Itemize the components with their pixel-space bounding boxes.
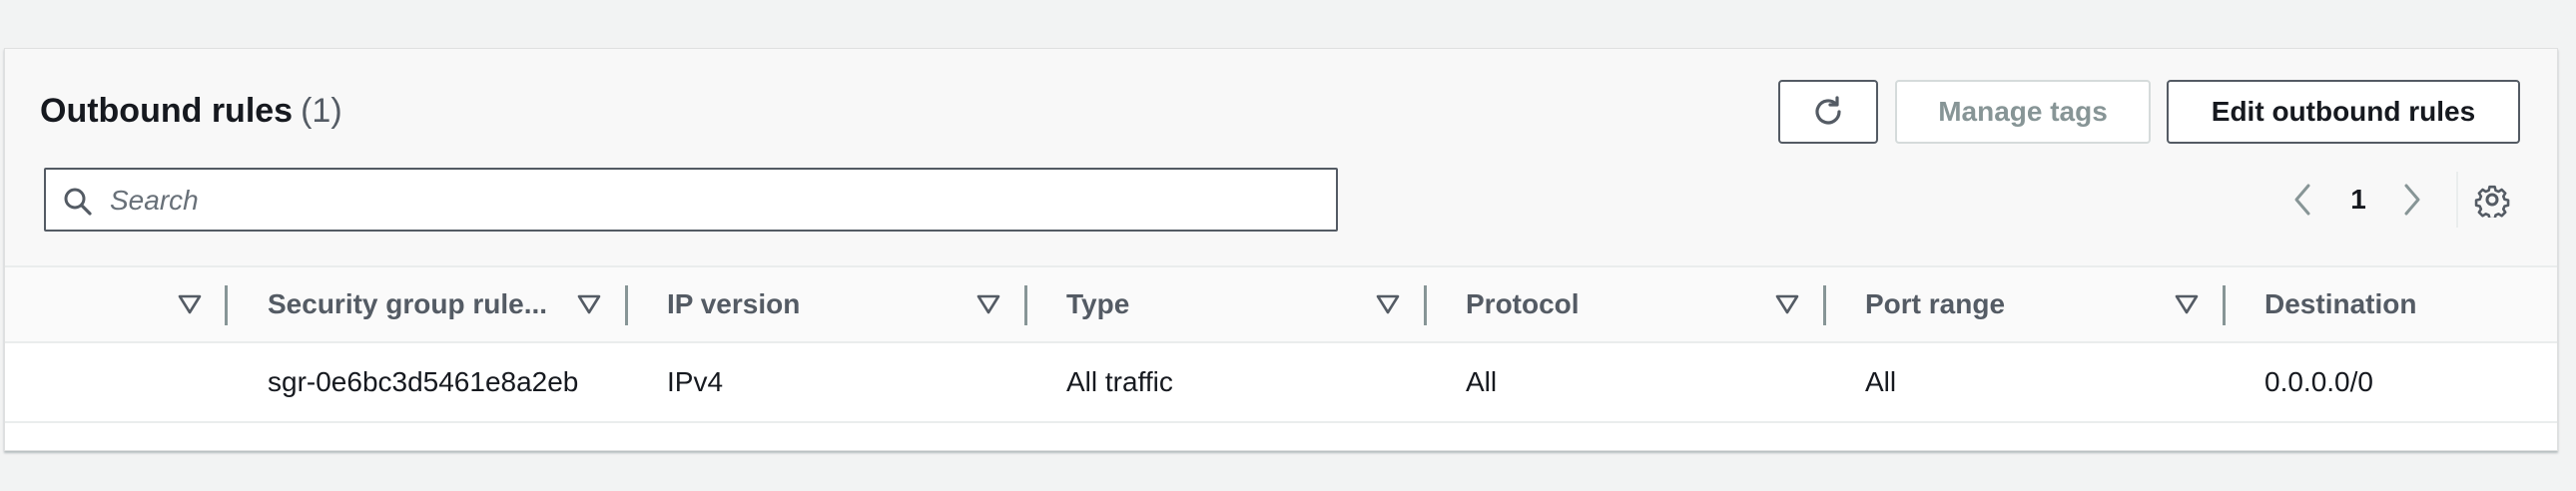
- cell-rule-id: sgr-0e6bc3d5461e8a2eb: [268, 366, 579, 397]
- cell-protocol: All: [1466, 366, 1498, 397]
- sort-icon[interactable]: [2174, 291, 2200, 317]
- chevron-left-icon[interactable]: [2286, 180, 2318, 220]
- column-divider[interactable]: [1823, 285, 1826, 325]
- search-input[interactable]: [108, 180, 1310, 222]
- search-field[interactable]: [44, 168, 1338, 232]
- manage-tags-label: Manage tags: [1938, 96, 2108, 127]
- rule-count: (1): [301, 92, 342, 130]
- search-icon: [64, 188, 92, 216]
- column-divider[interactable]: [2223, 285, 2226, 325]
- sort-icon[interactable]: [975, 291, 1001, 317]
- column-divider[interactable]: [1024, 285, 1027, 325]
- column-header-destination[interactable]: Destination: [2264, 267, 2416, 341]
- table-header: Security group rule... IP version Type P…: [5, 265, 2557, 343]
- pagination-divider: [2456, 172, 2458, 228]
- column-header-type[interactable]: Type: [1066, 267, 1129, 341]
- refresh-icon: [1815, 96, 1841, 125]
- sort-icon[interactable]: [576, 291, 602, 317]
- sort-icon[interactable]: [1774, 291, 1800, 317]
- column-divider[interactable]: [625, 285, 628, 325]
- manage-tags-button[interactable]: Manage tags: [1895, 80, 2151, 144]
- table-footer-space: [5, 423, 2557, 450]
- title-text: Outbound rules: [40, 92, 294, 130]
- edit-outbound-rules-button[interactable]: Edit outbound rules: [2167, 80, 2520, 144]
- edit-outbound-rules-label: Edit outbound rules: [2211, 96, 2476, 127]
- chevron-right-icon[interactable]: [2396, 180, 2428, 220]
- column-divider[interactable]: [225, 285, 228, 325]
- column-divider[interactable]: [1424, 285, 1427, 325]
- page-title: Outbound rules (1): [40, 87, 342, 135]
- gear-icon[interactable]: [2474, 182, 2510, 218]
- current-page[interactable]: 1: [2348, 180, 2368, 220]
- table-row[interactable]: sgr-0e6bc3d5461e8a2eb IPv4 All traffic A…: [5, 343, 2557, 423]
- cell-destination: 0.0.0.0/0: [2264, 366, 2373, 397]
- cell-type: All traffic: [1066, 366, 1173, 397]
- column-header-rule-id[interactable]: Security group rule...: [268, 267, 547, 341]
- cell-ip-version: IPv4: [667, 366, 724, 397]
- cell-port-range: All: [1865, 366, 1897, 397]
- column-header-protocol[interactable]: Protocol: [1466, 267, 1580, 341]
- refresh-button[interactable]: [1778, 80, 1878, 144]
- column-header-ip-version[interactable]: IP version: [667, 267, 800, 341]
- sort-icon[interactable]: [177, 291, 203, 317]
- column-header-port-range[interactable]: Port range: [1865, 267, 2005, 341]
- sort-icon[interactable]: [1375, 291, 1401, 317]
